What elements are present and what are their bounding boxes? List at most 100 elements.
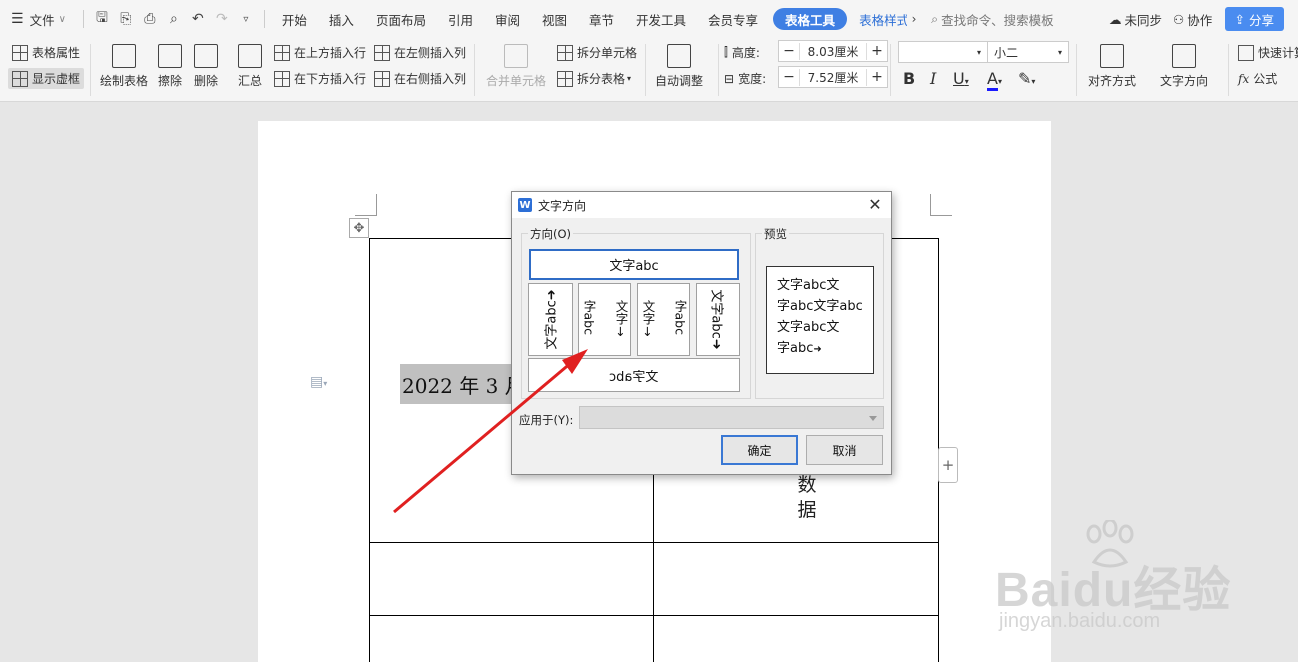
sync-label: 未同步 <box>1124 12 1163 28</box>
split-table-button[interactable]: 拆分表格 ▾ <box>557 70 631 87</box>
direction-option-horizontal[interactable]: 文字abc <box>529 249 739 280</box>
table-move-handle-icon[interactable]: ✥ <box>349 218 369 238</box>
text-direction-icon <box>1172 44 1196 68</box>
direction-option-mirrored[interactable]: 文字abc <box>528 358 740 392</box>
tab-member[interactable]: 会员专享 <box>697 0 769 38</box>
highlight-icon[interactable]: ✎▾ <box>1018 69 1035 88</box>
quick-calc-button[interactable]: 快速计算 <box>1238 44 1298 61</box>
separator <box>1076 44 1077 96</box>
split-cells-button[interactable]: 拆分单元格 <box>557 44 637 61</box>
watermark-url-text: jingyan.baidu.com <box>999 610 1161 632</box>
ok-button[interactable]: 确定 <box>721 435 798 465</box>
merge-cells-button[interactable]: 合并单元格 <box>486 44 546 89</box>
underline-button[interactable]: U▾ <box>953 69 969 88</box>
cancel-button[interactable]: 取消 <box>806 435 883 465</box>
save-icon[interactable]: 🖫 <box>90 0 114 38</box>
delete-button[interactable]: 删除 <box>194 44 218 89</box>
share-button[interactable]: ⇪ 分享 <box>1224 7 1284 31</box>
vertical-cell-text[interactable]: 数 据 <box>796 473 818 523</box>
decrease-height-button[interactable]: − <box>779 43 799 59</box>
ribbon-toolbar: 表格属性 显示虚框 绘制表格 擦除 删除 汇总 在上方插入行 在下方插入行 在左… <box>0 38 1298 102</box>
direction-option-rotate-left[interactable]: 文字abc➜ <box>528 283 573 356</box>
dialog-titlebar: W 文字方向 ✕ <box>512 192 891 218</box>
tab-developer[interactable]: 开发工具 <box>625 0 697 38</box>
command-search[interactable]: ⌕ 查找命令、搜索模板 <box>931 10 1054 29</box>
separator <box>718 44 719 96</box>
font-color-button[interactable]: A▾ <box>987 69 1002 91</box>
paragraph-menu-icon[interactable]: ▤▾ <box>310 374 327 390</box>
font-name-select[interactable]: ▾ <box>898 41 988 63</box>
tab-page-layout[interactable]: 页面布局 <box>365 0 437 38</box>
table-properties-button[interactable]: 表格属性 <box>12 44 80 61</box>
direction-group-label: 方向(O) <box>528 226 574 242</box>
height-stepper[interactable]: − 8.03厘米 + <box>778 40 888 62</box>
quick-access-more-icon[interactable]: ▿ <box>234 0 258 38</box>
add-column-button[interactable]: + <box>938 447 958 483</box>
vertical-column-text: 文字 <box>640 300 656 325</box>
width-label-text: 宽度: <box>738 72 767 86</box>
row-height-icon: ⫿ <box>724 45 728 59</box>
alignment-button[interactable]: 对齐方式 <box>1088 44 1136 89</box>
tab-table-tools[interactable]: 表格工具 <box>773 8 848 30</box>
direction-option-vertical-ltr[interactable]: 文字 ↓ 字abc <box>637 283 690 356</box>
file-menu[interactable]: ☰ 文件 ∨ <box>0 0 77 38</box>
width-stepper[interactable]: − 7.52厘米 + <box>778 66 888 88</box>
tab-references[interactable]: 引用 <box>437 0 484 38</box>
increase-height-button[interactable]: + <box>867 43 887 59</box>
export-pdf-icon[interactable]: ⎘ <box>114 0 138 38</box>
tab-insert[interactable]: 插入 <box>318 0 365 38</box>
italic-button[interactable]: I <box>930 69 936 88</box>
user-icon: ⚇ <box>1173 11 1185 27</box>
baidu-jingyan-watermark: Baidu经验 jingyan.baidu.com <box>985 520 1285 660</box>
draw-table-button[interactable]: 绘制表格 <box>100 44 148 89</box>
print-preview-icon[interactable]: ⌕ <box>162 0 186 38</box>
insert-row-below-button[interactable]: 在下方插入行 <box>274 70 366 87</box>
gridlines-icon <box>12 70 28 87</box>
table-properties-icon <box>12 44 28 61</box>
tab-home[interactable]: 开始 <box>271 0 318 38</box>
hamburger-icon: ☰ <box>11 11 24 27</box>
print-icon[interactable]: ⎙ <box>138 0 162 38</box>
close-icon[interactable]: ✕ <box>865 195 885 214</box>
separator <box>645 44 646 96</box>
tab-view[interactable]: 视图 <box>531 0 578 38</box>
summary-button[interactable]: 汇总 <box>238 44 262 89</box>
insert-row-above-icon <box>274 44 290 61</box>
arrow-right-icon: ➜ <box>545 289 560 301</box>
selected-date-text[interactable]: 2022 年 3 月 <box>400 364 512 404</box>
height-label-text: 高度: <box>731 46 760 60</box>
bold-button[interactable]: B <box>903 69 915 88</box>
height-value[interactable]: 8.03厘米 <box>799 42 867 60</box>
show-gridlines-button[interactable]: 显示虚框 <box>8 68 85 89</box>
tab-review[interactable]: 审阅 <box>484 0 531 38</box>
erase-button[interactable]: 擦除 <box>158 44 182 89</box>
split-cells-label: 拆分单元格 <box>577 46 638 60</box>
direction-option-rotate-right[interactable]: 文字abc➜ <box>696 283 740 356</box>
collaborate-button[interactable]: ⚇ 协作 <box>1162 0 1223 38</box>
increase-width-button[interactable]: + <box>867 69 887 85</box>
auto-adjust-button[interactable]: 自动调整 <box>655 44 703 89</box>
redo-icon[interactable]: ↷ <box>210 0 234 38</box>
margin-corner-marker <box>355 194 377 216</box>
menu-bar: ☰ 文件 ∨ 🖫 ⎘ ⎙ ⌕ ↶ ↷ ▿ 开始 插入 页面布局 引用 审阅 视图… <box>0 0 1298 38</box>
undo-icon[interactable]: ↶ <box>186 0 210 38</box>
vertical-column-text: 文字 <box>613 300 629 325</box>
show-gridlines-label: 显示虚框 <box>32 72 81 86</box>
vertical-column: 文字 ↓ <box>638 300 662 339</box>
insert-row-above-button[interactable]: 在上方插入行 <box>274 44 366 61</box>
font-size-select[interactable]: 小二 ▾ <box>987 41 1069 63</box>
insert-col-left-button[interactable]: 在左侧插入列 <box>374 44 466 61</box>
apply-to-select[interactable] <box>579 406 884 429</box>
quick-calc-label: 快速计算 <box>1258 46 1298 60</box>
direction-option-vertical-rtl[interactable]: 文字 ↓ 字abc <box>578 283 631 356</box>
formula-button[interactable]: fx 公式 <box>1238 70 1277 87</box>
separator <box>82 10 84 28</box>
width-value[interactable]: 7.52厘米 <box>799 68 867 86</box>
decrease-width-button[interactable]: − <box>779 69 799 85</box>
tab-table-style[interactable]: 表格样式 <box>851 0 907 38</box>
tab-sections[interactable]: 章节 <box>578 0 625 38</box>
command-search-placeholder: 查找命令、搜索模板 <box>941 12 1054 28</box>
chevron-right-icon[interactable]: › <box>907 0 921 38</box>
insert-col-right-button[interactable]: 在右侧插入列 <box>374 70 466 87</box>
text-direction-button[interactable]: 文字方向 <box>1160 44 1208 89</box>
